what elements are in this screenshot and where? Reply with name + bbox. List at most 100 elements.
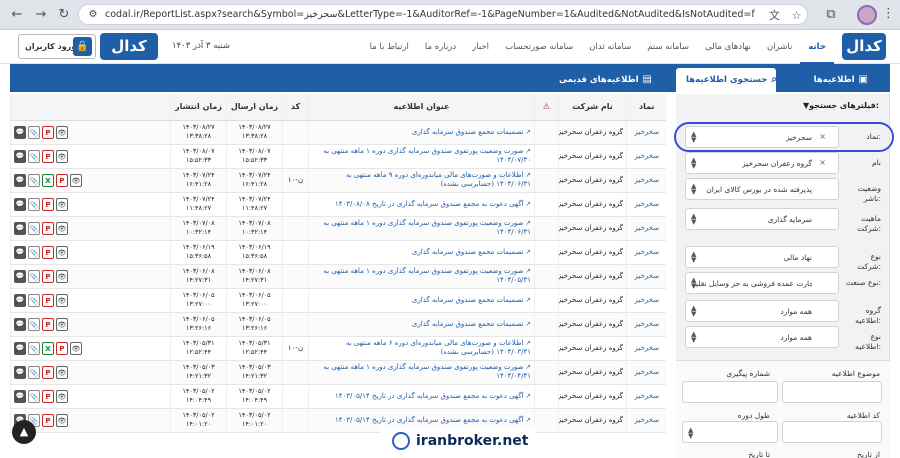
tab-search[interactable]: جستجوی اطلاعیه‌ها ⌕	[676, 68, 777, 92]
excel-icon[interactable]: X	[42, 173, 54, 187]
view-icon[interactable]: 👁	[70, 341, 82, 355]
row-symbol[interactable]: سحرخیز	[626, 192, 666, 217]
row-symbol[interactable]: سحرخیز	[626, 240, 666, 265]
filter-select[interactable]: پذیرفته شده در بورس کالای ایران ▲ ▼	[685, 178, 839, 200]
row-symbol[interactable]: سحرخیز	[626, 120, 666, 145]
comment-icon[interactable]: 💬	[14, 125, 26, 139]
pdf-icon[interactable]: P	[42, 149, 54, 163]
table-row[interactable]: سحرخیز گروه زعفران سحرخیز ↗ اطلاعات و صورت…	[10, 168, 666, 193]
pdf-icon[interactable]: P	[42, 365, 54, 379]
table-row[interactable]: سحرخیز گروه زعفران سحرخیز ↗ صورت وضعیت پور…	[10, 144, 666, 169]
row-title-link[interactable]: ↗ صورت وضعیت پورتفوی صندوق سرمایه گذاری …	[308, 216, 535, 241]
table-row[interactable]: سحرخیز گروه زعفران سحرخیز ↗ صورت وضعیت پور…	[10, 216, 666, 241]
nav-item-news[interactable]: اخبار	[464, 30, 497, 64]
nav-item-setam[interactable]: سامانه ستم	[639, 30, 697, 64]
excel-icon[interactable]: X	[42, 341, 54, 355]
row-symbol[interactable]: سحرخیز	[626, 264, 666, 289]
comment-icon[interactable]: 💬	[14, 197, 26, 211]
row-title-link[interactable]: ↗ صورت وضعیت پورتفوی صندوق سرمایه گذاری …	[308, 264, 535, 289]
row-title-link[interactable]: ↗ تصمیمات مجمع صندوق سرمایه گذاری	[308, 120, 535, 145]
table-row[interactable]: سحرخیز گروه زعفران سحرخیز ↗ تصمیمات مجمع ص…	[10, 288, 666, 313]
nav-item-home[interactable]: خانه	[800, 30, 834, 64]
filter-select[interactable]: همه موارد ▲ ▼	[685, 326, 839, 348]
nav-item-about[interactable]: درباره ما	[417, 30, 464, 64]
profile-avatar[interactable]	[857, 5, 877, 25]
codal-logo[interactable]: کدال	[842, 33, 886, 60]
comment-icon[interactable]: 💬	[14, 293, 26, 307]
forward-icon[interactable]: →	[32, 6, 50, 24]
col-sent-time[interactable]: زمان ارسال	[226, 94, 283, 121]
attachment-icon[interactable]: 📎	[28, 245, 40, 259]
row-symbol[interactable]: سحرخیز	[626, 216, 666, 241]
filter-select[interactable]: تجارت عمده فروشی به جز وسایل نقلیه...▲▼	[685, 272, 839, 294]
col-code[interactable]: کد	[282, 94, 309, 121]
nav-item-financial-institutions[interactable]: نهادهای مالی	[697, 30, 759, 64]
row-symbol[interactable]: سحرخیز	[626, 168, 666, 193]
address-bar[interactable]: ⚙ codal.ir/ReportList.aspx?search&Symbol…	[78, 4, 808, 25]
row-title-link[interactable]: ↗ تصمیمات مجمع صندوق سرمایه گذاری	[308, 288, 535, 313]
filter-select[interactable]: گروه زعفران سحرخیز × ▲ ▼	[685, 152, 839, 174]
attachment-icon[interactable]: 📎	[28, 341, 40, 355]
login-button[interactable]: ورود کاربران 🔒	[18, 34, 96, 59]
comment-icon[interactable]: 💬	[14, 245, 26, 259]
table-row[interactable]: سحرخیز گروه زعفران سحرخیز ↗ صورت وضعیت پور…	[10, 360, 666, 385]
comment-icon[interactable]: 💬	[14, 317, 26, 331]
pdf-icon[interactable]: P	[42, 317, 54, 331]
view-icon[interactable]: 👁	[56, 269, 68, 283]
translate-icon[interactable]: 文	[767, 8, 782, 23]
attachment-icon[interactable]: 📎	[28, 317, 40, 331]
comment-icon[interactable]: 💬	[14, 173, 26, 187]
comment-icon[interactable]: 💬	[14, 221, 26, 235]
attachment-icon[interactable]: 📎	[28, 125, 40, 139]
pdf-icon[interactable]: P	[42, 293, 54, 307]
scroll-top-button[interactable]: ▲	[12, 420, 36, 444]
bookmark-star-icon[interactable]: ☆	[789, 8, 804, 23]
attachment-icon[interactable]: 📎	[28, 149, 40, 163]
row-symbol[interactable]: سحرخیز	[626, 408, 666, 433]
row-title-link[interactable]: ↗ صورت وضعیت پورتفوی صندوق سرمایه گذاری …	[308, 144, 535, 169]
comment-icon[interactable]: 💬	[14, 269, 26, 283]
extensions-icon[interactable]: ⧉	[822, 6, 840, 24]
nav-item-invoice[interactable]: سامانه صورتحساب	[497, 30, 581, 64]
nav-item-contact[interactable]: ارتباط با ما	[362, 30, 417, 64]
col-title[interactable]: عنوان اطلاعیه	[308, 94, 535, 121]
row-title-link[interactable]: ↗ صورت وضعیت پورتفوی صندوق سرمایه گذاری …	[308, 360, 535, 385]
col-symbol[interactable]: نماد	[626, 94, 666, 121]
row-symbol[interactable]: سحرخیز	[626, 312, 666, 337]
tab-old-announcements[interactable]: اطلاعیه‌های قدیمی ▤	[549, 68, 662, 92]
comment-icon[interactable]: 💬	[14, 149, 26, 163]
pdf-icon[interactable]: P	[42, 389, 54, 403]
row-title-link[interactable]: ↗ اطلاعات و صورت‌های مالی میاندوره‌ای دو…	[308, 168, 535, 193]
pdf-icon[interactable]: P	[42, 197, 54, 211]
table-row[interactable]: سحرخیز گروه زعفران سحرخیز ↗ آگهی دعوت به م…	[10, 408, 666, 433]
table-row[interactable]: سحرخیز گروه زعفران سحرخیز ↗ آگهی دعوت به م…	[10, 192, 666, 217]
attachment-icon[interactable]: 📎	[28, 173, 40, 187]
view-icon[interactable]: 👁	[56, 125, 68, 139]
tab-announcements[interactable]: اطلاعیه‌ها ▣	[804, 68, 878, 92]
pdf-icon[interactable]: P	[42, 245, 54, 259]
view-icon[interactable]: 👁	[56, 245, 68, 259]
pdf-icon[interactable]: P	[56, 341, 68, 355]
col-company[interactable]: نام شرکت	[558, 94, 627, 121]
pdf-icon[interactable]: P	[42, 269, 54, 283]
view-icon[interactable]: 👁	[56, 365, 68, 379]
attachment-icon[interactable]: 📎	[28, 389, 40, 403]
table-row[interactable]: سحرخیز گروه زعفران سحرخیز ↗ آگهی دعوت به م…	[10, 384, 666, 409]
attachment-icon[interactable]: 📎	[28, 269, 40, 283]
comment-icon[interactable]: 💬	[14, 365, 26, 379]
row-symbol[interactable]: سحرخیز	[626, 288, 666, 313]
comment-icon[interactable]: 💬	[14, 389, 26, 403]
row-title-link[interactable]: ↗ آگهی دعوت به مجمع صندوق سرمایه گذاری د…	[308, 192, 535, 217]
row-symbol[interactable]: سحرخیز	[626, 336, 666, 361]
view-icon[interactable]: 👁	[56, 149, 68, 163]
view-icon[interactable]: 👁	[56, 317, 68, 331]
filter-select[interactable]: نهاد مالی ▲ ▼	[685, 246, 839, 268]
table-row[interactable]: سحرخیز گروه زعفران سحرخیز ↗ تصمیمات مجمع ص…	[10, 120, 666, 145]
col-publish-time[interactable]: زمان انتشار	[170, 94, 227, 121]
filter-select[interactable]: همه موارد ▲ ▼	[685, 300, 839, 322]
row-title-link[interactable]: ↗ تصمیمات مجمع صندوق سرمایه گذاری	[308, 312, 535, 337]
more-menu-icon[interactable]: ⋮	[882, 6, 895, 21]
view-icon[interactable]: 👁	[70, 173, 82, 187]
row-title-link[interactable]: ↗ آگهی دعوت به مجمع صندوق سرمایه گذاری د…	[308, 384, 535, 409]
row-symbol[interactable]: سحرخیز	[626, 360, 666, 385]
